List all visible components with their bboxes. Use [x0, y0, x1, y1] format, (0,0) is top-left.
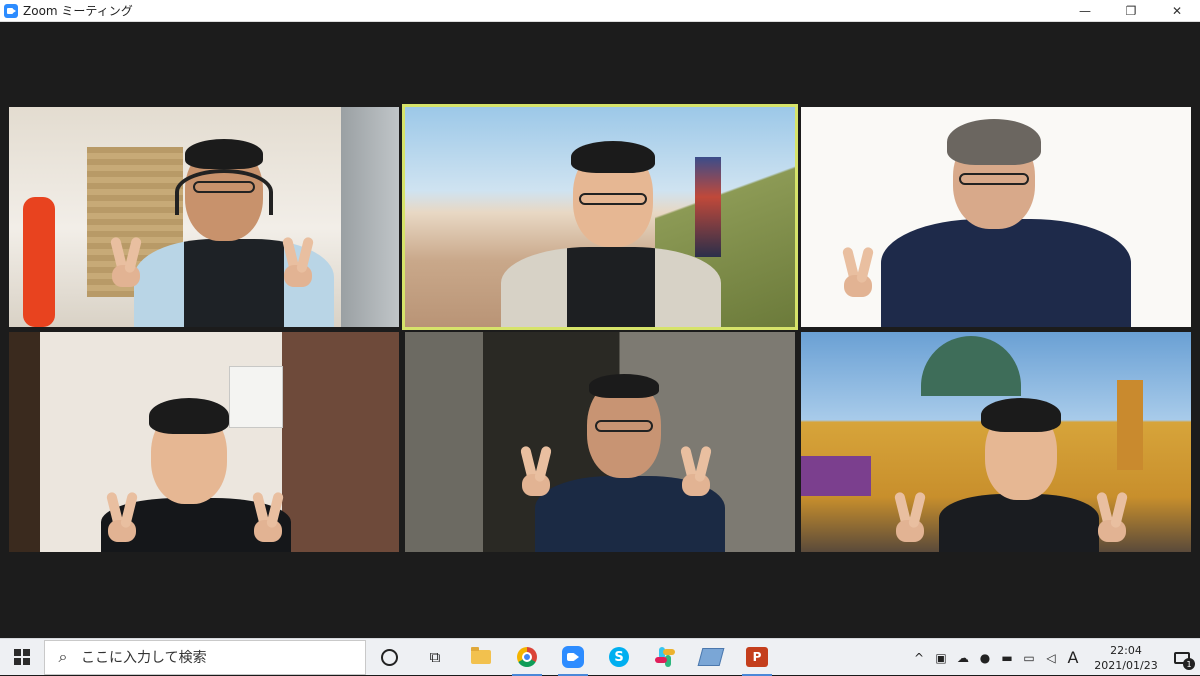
notification-count-badge: 1 [1183, 658, 1195, 670]
participant-video-5[interactable] [405, 332, 795, 552]
participant-6 [889, 398, 1139, 552]
microphone-icon[interactable]: ● [974, 639, 996, 676]
skype-button[interactable]: S [596, 639, 642, 676]
taskbar-clock[interactable]: 22:04 2021/01/23 [1088, 643, 1164, 673]
powerpoint-icon: P [746, 647, 768, 667]
participant-1 [109, 139, 349, 327]
show-hidden-icons-chevron-icon[interactable]: ^ [908, 639, 930, 676]
chrome-icon [517, 647, 537, 667]
window-controls: — ❐ ✕ [1062, 0, 1200, 22]
action-center-button[interactable]: 1 [1164, 639, 1200, 676]
window-title: Zoom ミーティング [23, 4, 133, 18]
task-view-button[interactable]: ⧉ [412, 639, 458, 676]
participant-video-1[interactable] [9, 107, 399, 327]
start-button[interactable] [0, 639, 44, 676]
slack-icon [655, 647, 675, 667]
file-explorer-button[interactable] [458, 639, 504, 676]
taskbar: ⌕ ここに入力して検索 ⧉ S P ^ ▣ ☁ ● ▬ ▭ ◁ A 22:04 … [0, 638, 1200, 676]
cortana-button[interactable] [366, 639, 412, 676]
minimize-button[interactable]: — [1062, 0, 1108, 22]
meeting-gallery [0, 22, 1200, 638]
chrome-button[interactable] [504, 639, 550, 676]
powerpoint-button[interactable]: P [734, 639, 780, 676]
search-icon: ⌕ [58, 647, 68, 666]
network-icon[interactable]: ▭ [1018, 639, 1040, 676]
title-bar: Zoom ミーティング — ❐ ✕ [0, 0, 1200, 22]
task-view-icon: ⧉ [429, 648, 441, 666]
participant-2 [501, 141, 721, 327]
cortana-icon [380, 648, 398, 666]
participant-video-2-active-speaker[interactable] [402, 104, 798, 330]
file-explorer-icon [471, 647, 491, 664]
clock-date: 2021/01/23 [1094, 658, 1158, 672]
restore-button[interactable]: ❐ [1108, 0, 1154, 22]
participant-4 [91, 394, 301, 552]
ime-mode-indicator[interactable]: A [1062, 639, 1084, 676]
participant-video-4[interactable] [9, 332, 399, 552]
zoom-logo-icon [4, 3, 18, 18]
slack-button[interactable] [642, 639, 688, 676]
notepad-icon [697, 648, 725, 666]
search-placeholder: ここに入力して検索 [81, 650, 207, 666]
zoom-icon [562, 646, 584, 668]
meet-now-icon[interactable]: ▣ [930, 639, 952, 676]
zoom-taskbar-button[interactable] [550, 639, 596, 676]
taskbar-search-box[interactable]: ⌕ ここに入力して検索 [44, 639, 366, 675]
system-tray: ^ ▣ ☁ ● ▬ ▭ ◁ A 22:04 2021/01/23 1 [908, 639, 1200, 676]
participant-video-6[interactable] [801, 332, 1191, 552]
participant-3 [841, 119, 1161, 327]
skype-icon: S [609, 647, 629, 667]
participant-video-3[interactable] [801, 107, 1191, 327]
clock-time: 22:04 [1110, 643, 1142, 657]
close-button[interactable]: ✕ [1154, 0, 1200, 22]
notepad-button[interactable] [688, 639, 734, 676]
windows-logo-icon [14, 649, 30, 665]
participant-5 [515, 372, 745, 552]
onedrive-icon[interactable]: ☁ [952, 639, 974, 676]
battery-icon[interactable]: ▬ [996, 639, 1018, 676]
volume-icon[interactable]: ◁ [1040, 639, 1062, 676]
